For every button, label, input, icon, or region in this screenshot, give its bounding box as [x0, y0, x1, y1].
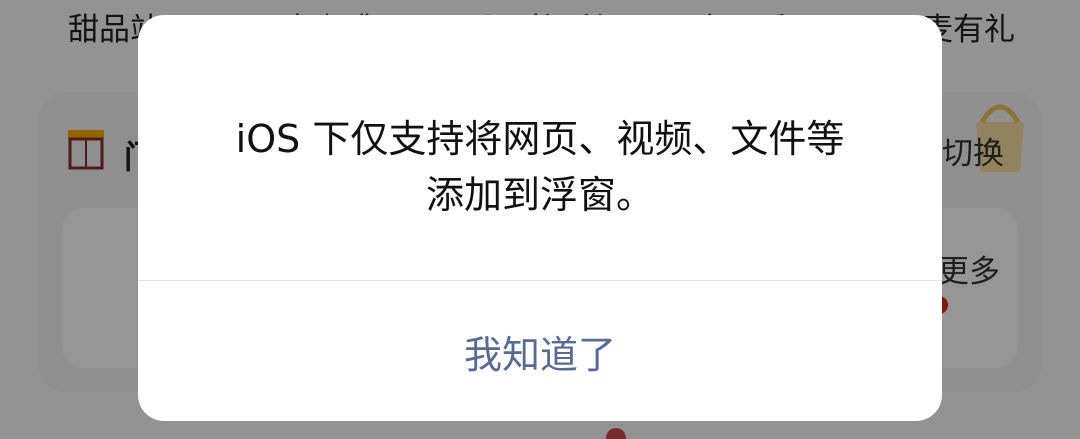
dialog-message: iOS 下仅支持将网页、视频、文件等 添加到浮窗。 — [138, 111, 942, 223]
dialog-message-line-1: iOS 下仅支持将网页、视频、文件等 — [235, 117, 845, 161]
screen: 甜品站 麦咖啡 限时福利 亲子乐园 麦有礼 门 切换 更多 iOS 下仅支持将网… — [0, 0, 1080, 439]
got-it-button[interactable]: 我知道了 — [138, 281, 942, 421]
dialog-message-line-2: 添加到浮窗。 — [425, 173, 654, 217]
alert-dialog: iOS 下仅支持将网页、视频、文件等 添加到浮窗。 我知道了 — [138, 15, 942, 421]
